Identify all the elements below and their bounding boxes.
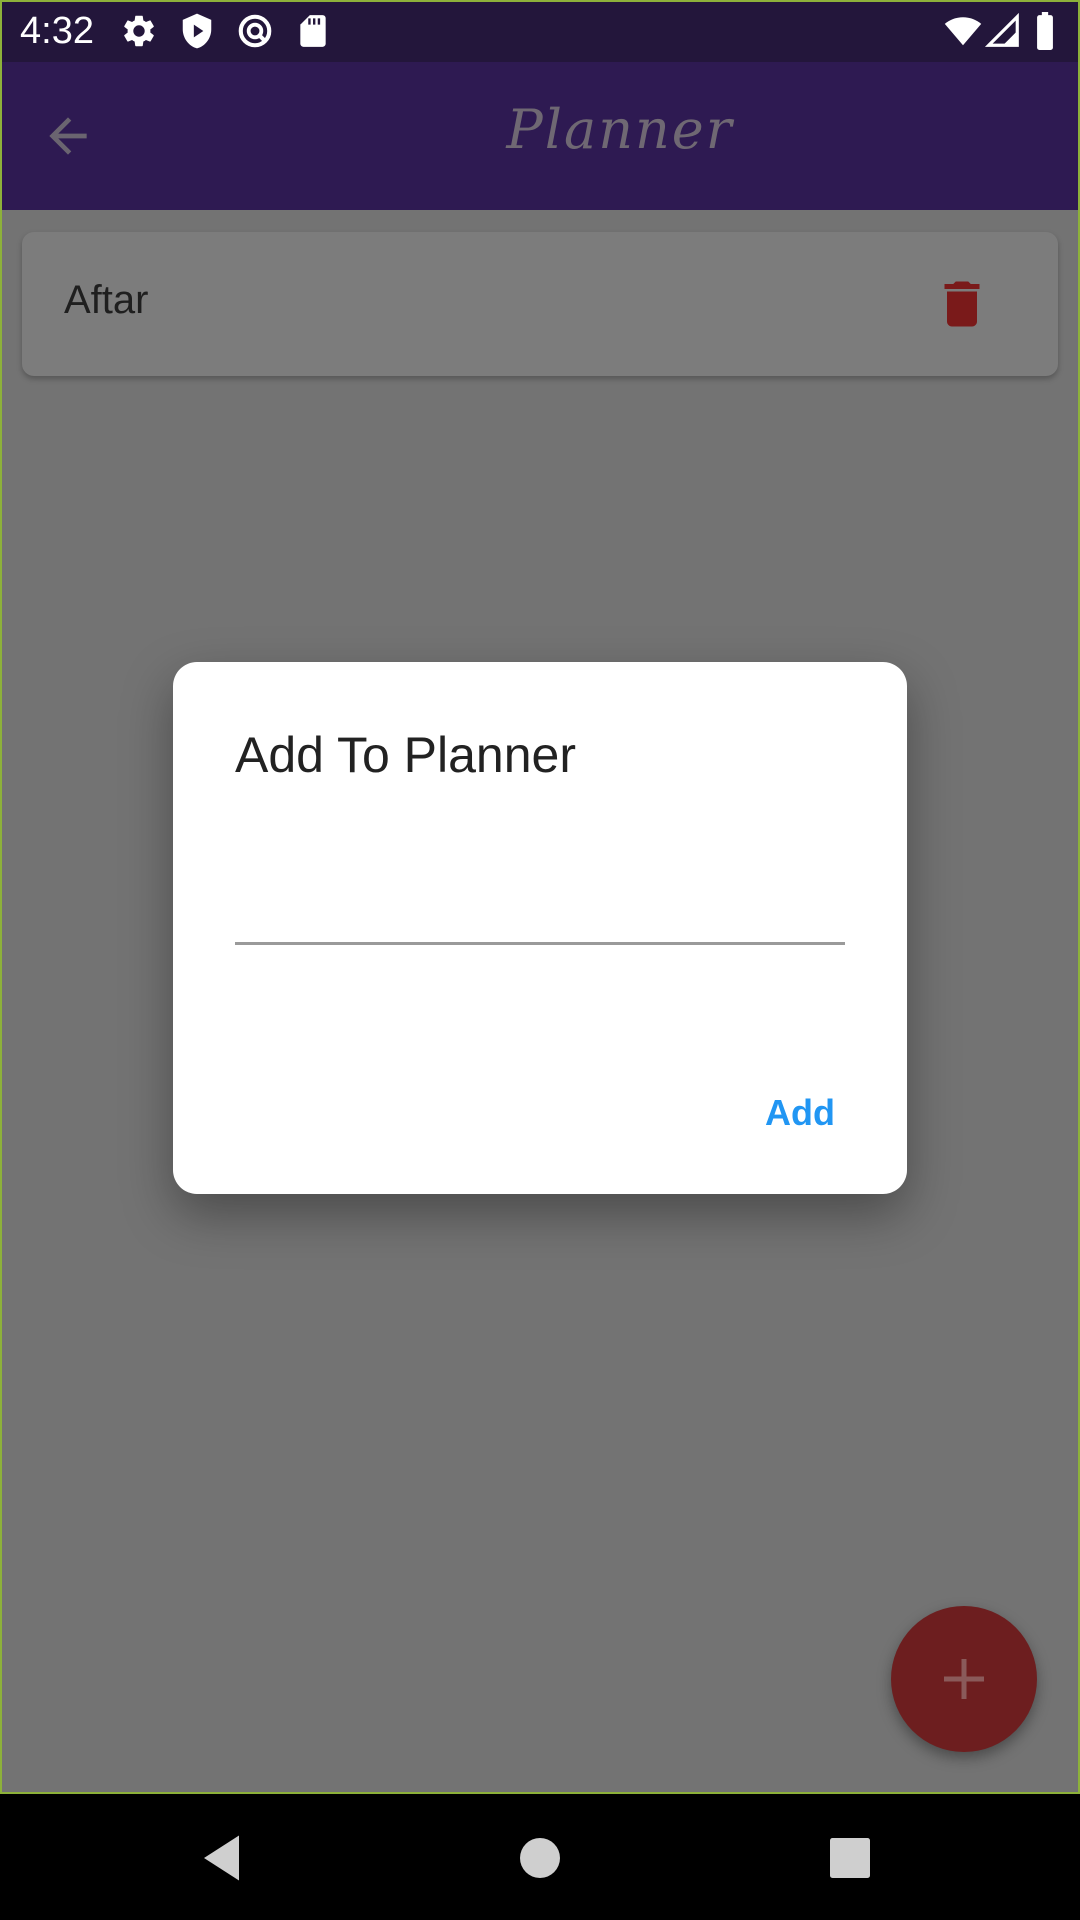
dialog-title: Add To Planner	[235, 727, 576, 783]
sync-icon	[236, 12, 274, 50]
cell-signal-icon	[984, 12, 1022, 50]
home-circle-icon[interactable]	[510, 1828, 570, 1888]
battery-icon	[1032, 12, 1058, 50]
add-button[interactable]: Add	[755, 1082, 845, 1144]
plus-icon	[944, 1659, 984, 1699]
navigation-bar	[0, 1794, 1080, 1920]
trash-icon[interactable]	[932, 274, 992, 334]
back-triangle-icon[interactable]	[194, 1828, 254, 1888]
add-to-planner-dialog: Add To Planner Add	[173, 662, 907, 1194]
settings-icon	[120, 12, 158, 50]
add-fab-button[interactable]	[891, 1606, 1037, 1752]
app-bar: Planner	[0, 62, 1080, 210]
recents-square-icon[interactable]	[820, 1828, 880, 1888]
status-time: 4:32	[20, 10, 94, 52]
sd-card-icon	[294, 12, 332, 50]
planner-item-input[interactable]	[235, 852, 845, 945]
wifi-icon	[942, 12, 984, 50]
list-item-label: Aftar	[64, 278, 149, 322]
shield-play-icon	[178, 12, 216, 50]
status-bar: 4:32	[0, 0, 1080, 62]
list-item[interactable]: Aftar	[22, 232, 1058, 376]
screen: 4:32 Planner Aftar Add To Planner Add	[0, 0, 1080, 1920]
app-title: Planner	[506, 98, 734, 161]
